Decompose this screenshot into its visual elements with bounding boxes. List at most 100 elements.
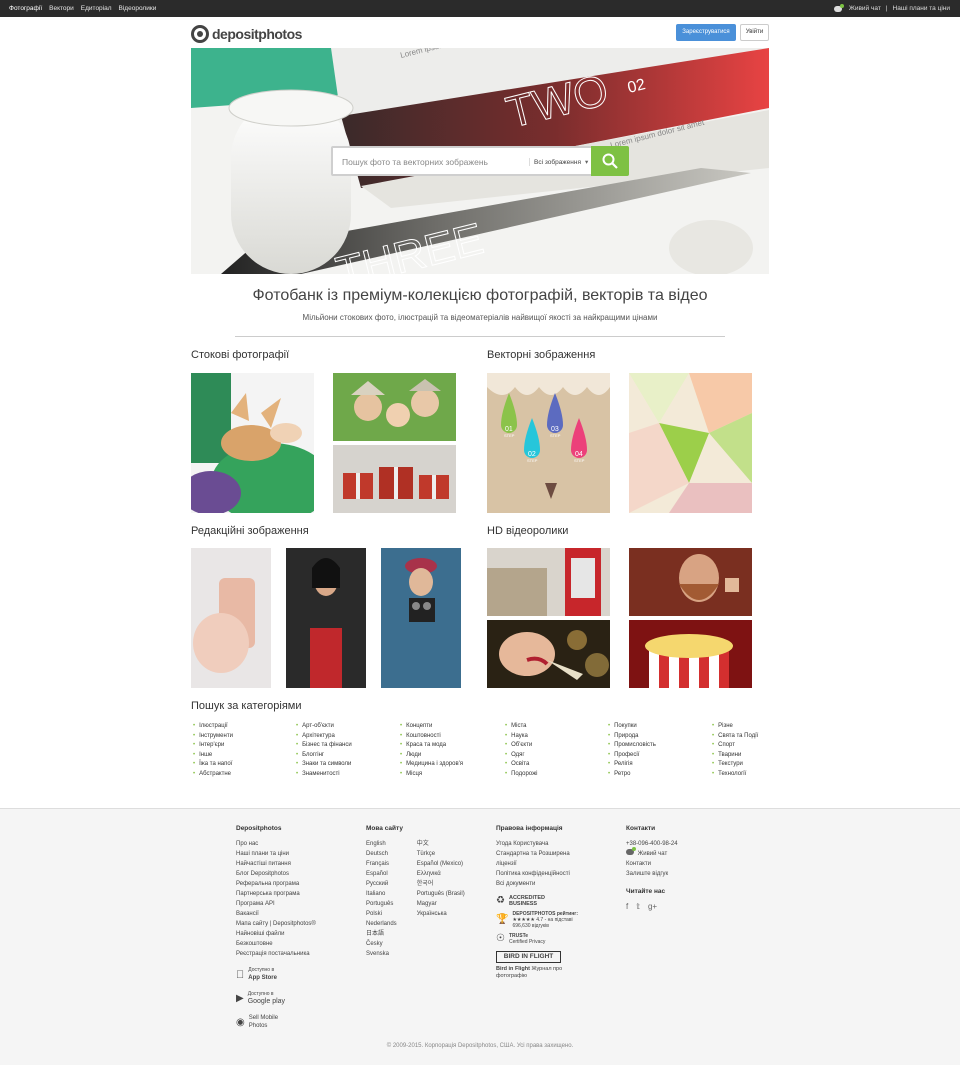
- footer-link[interactable]: Реєстрація постачальника: [236, 949, 316, 959]
- category-link[interactable]: Концепти: [400, 722, 463, 732]
- category-link[interactable]: Інше: [193, 751, 233, 761]
- category-link[interactable]: Різне: [712, 722, 758, 732]
- category-link[interactable]: Місця: [400, 770, 463, 780]
- footer-link[interactable]: Партнерська програма: [236, 889, 316, 899]
- footer-link[interactable]: Блог Depositphotos: [236, 869, 316, 879]
- rating-badge[interactable]: 🏆 DEPOSITPHOTOS рейтинг: ★★★★★ 4.7 - на …: [496, 911, 586, 929]
- footer-link[interactable]: Найновіші файли: [236, 929, 316, 939]
- vector-polygon[interactable]: [629, 373, 752, 513]
- language-link[interactable]: English: [366, 839, 397, 849]
- category-link[interactable]: Бізнес та фінанси: [296, 741, 352, 751]
- category-link[interactable]: Абстрактне: [193, 770, 233, 780]
- footer-link[interactable]: Вакансії: [236, 909, 316, 919]
- language-link[interactable]: 한국어: [417, 879, 465, 889]
- language-link[interactable]: Français: [366, 859, 397, 869]
- category-link[interactable]: Промисловість: [608, 741, 656, 751]
- language-link[interactable]: Español: [366, 869, 397, 879]
- category-link[interactable]: Архітектура: [296, 732, 352, 742]
- category-link[interactable]: Технології: [712, 770, 758, 780]
- video-bearded-man[interactable]: [629, 548, 752, 616]
- facebook-icon[interactable]: f: [626, 902, 628, 912]
- category-link[interactable]: Свята та Події: [712, 732, 758, 742]
- video-popcorn[interactable]: [629, 620, 752, 688]
- footer-link[interactable]: Реферальна програма: [236, 879, 316, 889]
- category-link[interactable]: Люди: [400, 751, 463, 761]
- editorial-photo-model[interactable]: [286, 548, 366, 688]
- category-link[interactable]: Текстури: [712, 760, 758, 770]
- truste-badge[interactable]: ☉ TRUSTe Certified Privacy: [496, 933, 586, 945]
- top-nav-video[interactable]: Відеоролики: [119, 5, 157, 12]
- category-link[interactable]: Арт-об'єкти: [296, 722, 352, 732]
- category-link[interactable]: Тварини: [712, 751, 758, 761]
- language-link[interactable]: Português (Brasil): [417, 889, 465, 899]
- category-link[interactable]: Міста: [505, 722, 537, 732]
- category-link[interactable]: Релігія: [608, 760, 656, 770]
- search-button[interactable]: [591, 146, 629, 176]
- sell-mobile-badge[interactable]: ◉ Sell Mobile Photos: [236, 1015, 316, 1031]
- google-plus-icon[interactable]: g+: [648, 902, 657, 912]
- app-store-badge[interactable]:  Доступно в App Store: [236, 967, 316, 983]
- top-nav-vectors[interactable]: Вектори: [49, 5, 74, 12]
- language-link[interactable]: Svenska: [366, 949, 397, 959]
- language-link[interactable]: Українська: [417, 909, 465, 919]
- logo[interactable]: depositphotos: [191, 24, 302, 44]
- footer-link[interactable]: Політика конфіденційності: [496, 869, 586, 879]
- footer-contacts-link[interactable]: Контакти: [626, 859, 678, 869]
- section-title-vector[interactable]: Векторні зображення: [487, 349, 595, 361]
- category-link[interactable]: Подорожі: [505, 770, 537, 780]
- language-link[interactable]: Magyar: [417, 899, 465, 909]
- category-link[interactable]: Освіта: [505, 760, 537, 770]
- login-button[interactable]: Увійти: [740, 24, 769, 41]
- google-play-badge[interactable]: ▶ Доступно в Google play: [236, 991, 316, 1007]
- category-link[interactable]: Ретро: [608, 770, 656, 780]
- footer-link[interactable]: Угода Користувача: [496, 839, 586, 849]
- footer-link[interactable]: Безкоштовне: [236, 939, 316, 949]
- language-link[interactable]: Türkçe: [417, 849, 465, 859]
- category-link[interactable]: Ілюстрації: [193, 722, 233, 732]
- footer-link[interactable]: Про нас: [236, 839, 316, 849]
- category-link[interactable]: Наука: [505, 732, 537, 742]
- live-chat-link[interactable]: Живий чат: [849, 5, 881, 12]
- vector-infographic[interactable]: 01 03 02 04 STEP STEP STEP STEP: [487, 373, 610, 513]
- bird-in-flight-caption[interactable]: Bird in Flight Журнал про фотографію: [496, 966, 586, 980]
- top-nav-editorial[interactable]: Едиторіал: [81, 5, 112, 12]
- top-nav-photos[interactable]: Фотографії: [9, 5, 42, 12]
- category-link[interactable]: Інтер'єри: [193, 741, 233, 751]
- stock-photo-gifts[interactable]: [333, 445, 456, 513]
- editorial-photo-phone[interactable]: [191, 548, 271, 688]
- section-title-video[interactable]: HD відеоролики: [487, 525, 568, 537]
- language-link[interactable]: Deutsch: [366, 849, 397, 859]
- bird-in-flight-logo[interactable]: BIRD IN FLIGHT: [496, 951, 561, 963]
- category-link[interactable]: Краса та мода: [400, 741, 463, 751]
- category-link[interactable]: Знаки та символи: [296, 760, 352, 770]
- category-link[interactable]: Спорт: [712, 741, 758, 751]
- footer-link[interactable]: Стандартна та Розширена ліцензії: [496, 849, 586, 869]
- footer-link[interactable]: Наші плани та ціни: [236, 849, 316, 859]
- category-link[interactable]: Природа: [608, 732, 656, 742]
- twitter-icon[interactable]: 𝕥: [636, 902, 640, 912]
- video-phone-booth[interactable]: [487, 548, 610, 616]
- footer-link[interactable]: Мапа сайту | Depositphotos®: [236, 919, 316, 929]
- language-link[interactable]: Nederlands: [366, 919, 397, 929]
- section-title-stock[interactable]: Стокові фотографії: [191, 349, 289, 361]
- video-champagne[interactable]: [487, 620, 610, 688]
- footer-link[interactable]: Найчастіші питання: [236, 859, 316, 869]
- language-link[interactable]: Ελληνικά: [417, 869, 465, 879]
- register-button[interactable]: Зареєструватися: [676, 24, 736, 41]
- language-link[interactable]: Português: [366, 899, 397, 909]
- category-link[interactable]: Блоггінг: [296, 751, 352, 761]
- footer-live-chat[interactable]: Живий чат: [626, 847, 678, 859]
- section-title-editorial[interactable]: Редакційні зображення: [191, 525, 309, 537]
- stock-photo-fox[interactable]: [191, 373, 314, 513]
- search-input[interactable]: Пошук фото та векторних зображень: [342, 157, 488, 167]
- footer-feedback-link[interactable]: Залиште відгук: [626, 869, 678, 879]
- bbb-badge[interactable]: ♻ ACCREDITED BUSINESS: [496, 895, 586, 907]
- search-scope-select[interactable]: Всі зображення: [529, 158, 588, 166]
- language-link[interactable]: Español (Mexico): [417, 859, 465, 869]
- category-link[interactable]: Об'єкти: [505, 741, 537, 751]
- language-link[interactable]: 日本語: [366, 929, 397, 939]
- footer-link[interactable]: Всі документи: [496, 879, 586, 889]
- category-link[interactable]: Їжа та напої: [193, 760, 233, 770]
- editorial-photo-camera[interactable]: [381, 548, 461, 688]
- footer-link[interactable]: Програма API: [236, 899, 316, 909]
